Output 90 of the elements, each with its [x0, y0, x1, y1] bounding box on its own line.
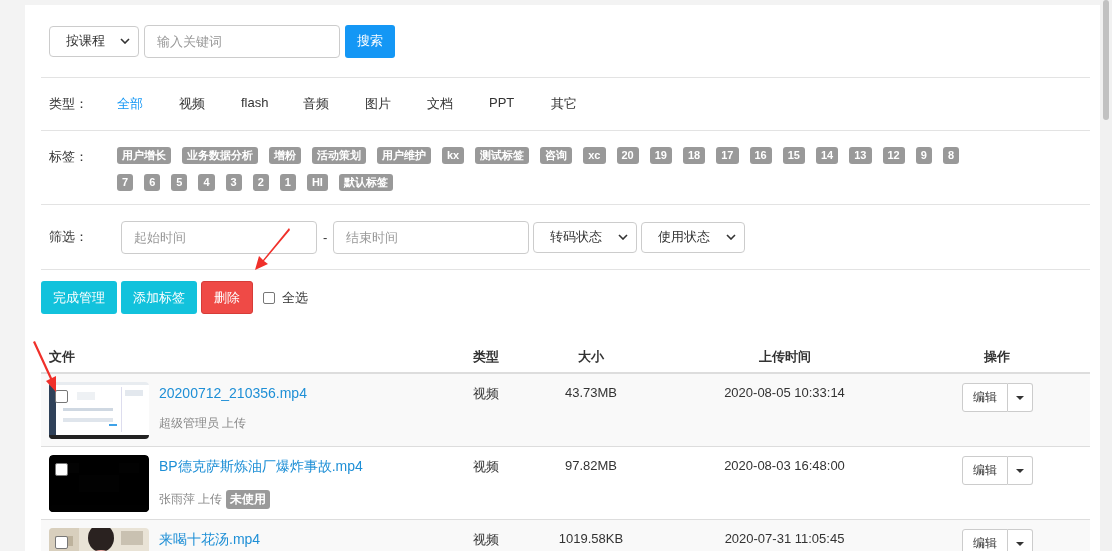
tag-chip[interactable]: 用户维护 — [377, 147, 431, 164]
scrollbar[interactable] — [1100, 0, 1112, 551]
tag-chip[interactable]: 5 — [171, 174, 188, 191]
table-cell-text: 视频 — [472, 385, 500, 403]
tag-chip[interactable]: 16 — [749, 147, 772, 164]
type-filter-tab[interactable]: 图片 — [365, 95, 427, 113]
status-badge: 未使用 — [226, 490, 271, 509]
tag-chip[interactable]: kx — [442, 147, 465, 164]
edit-button[interactable]: 编辑 — [961, 529, 1008, 551]
edit-button[interactable]: 编辑 — [961, 456, 1008, 485]
annotation-arrow — [253, 226, 293, 272]
tag-chip[interactable]: 业务数据分析 — [182, 147, 258, 164]
type-filter-tab[interactable]: flash — [241, 95, 303, 113]
table-cell-text: 2020-08-05 10:33:14 — [723, 384, 846, 400]
file-link[interactable]: BP德克萨斯炼油厂爆炸事故.mp4 — [159, 458, 363, 476]
column-header: 操作 — [983, 348, 1011, 366]
type-filter-tab[interactable]: PPT — [489, 95, 551, 113]
tag-chip[interactable]: 19 — [649, 147, 672, 164]
type-filter-tab[interactable]: 其它 — [551, 95, 613, 113]
tag-chip[interactable]: 8 — [942, 147, 959, 164]
table-cell-text: 2020-07-31 11:05:45 — [723, 530, 846, 546]
tag-chip[interactable]: 测试标签 — [475, 147, 530, 164]
tag-chip[interactable]: 增粉 — [269, 147, 301, 164]
file-link[interactable]: 来喝十花汤.mp4 — [159, 531, 261, 549]
tag-chip[interactable]: 活动策划 — [312, 147, 366, 164]
column-header: 大小 — [577, 348, 605, 366]
tag-chip[interactable]: 用户增长 — [117, 147, 171, 164]
table-cell-text: 视频 — [472, 458, 500, 476]
table-cell-text: 视频 — [472, 531, 500, 549]
table-cell-text: 43.73MB — [563, 384, 618, 400]
action-button[interactable]: 添加标签 — [121, 281, 197, 314]
range-separator: - — [322, 229, 329, 245]
file-link[interactable]: 20200712_210356.mp4 — [159, 385, 307, 401]
tag-chip[interactable]: 咨询 — [540, 147, 573, 164]
select-all-checkbox[interactable] — [263, 291, 275, 304]
tag-chip[interactable]: 7 — [117, 174, 134, 191]
dropdown-toggle[interactable] — [1007, 383, 1033, 412]
edit-button[interactable]: 编辑 — [961, 383, 1008, 412]
start-date-field[interactable]: 起始时间 — [121, 220, 317, 254]
column-header: 文件 — [48, 348, 76, 366]
tag-chip[interactable]: 18 — [683, 147, 706, 164]
type-filter-tab[interactable]: 视频 — [179, 95, 241, 113]
select-all-label: 全选 — [282, 288, 308, 307]
type-filter-tab[interactable]: 音频 — [303, 95, 365, 113]
chevron-icon — [120, 38, 130, 44]
end-date-field[interactable]: 结束时间 — [333, 220, 530, 254]
tag-chip[interactable]: 1 — [279, 174, 296, 191]
filter-label: 筛选： — [49, 228, 89, 246]
row-checkbox[interactable] — [55, 463, 68, 476]
tag-chip[interactable]: 9 — [915, 147, 932, 164]
uploader-text: 超级管理员 上传 — [159, 415, 247, 432]
tag-chip[interactable]: 默认标签 — [338, 174, 393, 191]
tag-chip[interactable]: HI — [306, 174, 328, 191]
tag-chip[interactable]: 17 — [716, 147, 739, 164]
table-cell-text: 2020-08-03 16:48:00 — [723, 457, 846, 473]
column-header: 上传时间 — [757, 348, 812, 366]
tag-chip[interactable]: 4 — [198, 174, 215, 191]
table-cell-text: 1019.58KB — [557, 530, 625, 546]
type-label: 类型： — [49, 95, 89, 113]
caret-icon — [1015, 541, 1024, 546]
chevron-icon — [618, 234, 629, 240]
status-select[interactable]: 转码状态 — [533, 221, 638, 253]
tag-chip[interactable]: 6 — [144, 174, 161, 191]
tag-chip[interactable]: 3 — [225, 174, 242, 191]
tag-chip[interactable]: 12 — [882, 147, 905, 164]
uploader-text: 张雨萍 上传 — [159, 491, 223, 508]
action-button[interactable]: 完成管理 — [41, 281, 117, 314]
tag-chip[interactable]: 20 — [616, 147, 639, 164]
dropdown-toggle[interactable] — [1007, 529, 1033, 551]
type-filter-tab[interactable]: 全部 — [117, 95, 179, 113]
chevron-icon — [726, 234, 737, 240]
status-select[interactable]: 使用状态 — [641, 221, 746, 253]
type-filter-tab[interactable]: 文档 — [427, 95, 489, 113]
table-cell-text: 97.82MB — [563, 457, 618, 473]
tag-label: 标签： — [49, 148, 89, 166]
tag-chip[interactable]: 15 — [782, 147, 805, 164]
row-checkbox[interactable] — [55, 536, 68, 549]
scope-select[interactable]: 按课程 — [49, 25, 139, 57]
keyword-field[interactable]: 输入关键词 — [144, 24, 340, 58]
tag-chip[interactable]: 2 — [252, 174, 269, 191]
caret-icon — [1015, 395, 1024, 400]
dropdown-toggle[interactable] — [1007, 456, 1033, 485]
search-button[interactable]: 搜索 — [345, 24, 395, 58]
tag-chip[interactable]: xc — [583, 147, 606, 164]
tag-chip[interactable]: 14 — [816, 147, 839, 164]
caret-icon — [1015, 468, 1024, 473]
action-button[interactable]: 删除 — [201, 281, 253, 314]
row-checkbox[interactable] — [55, 390, 68, 403]
column-header: 类型 — [472, 348, 500, 366]
tag-chip[interactable]: 13 — [849, 147, 872, 164]
